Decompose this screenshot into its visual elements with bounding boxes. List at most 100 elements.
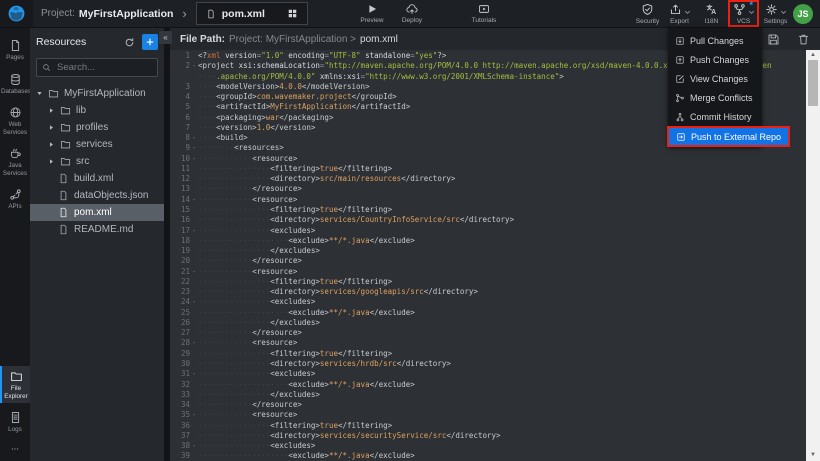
delete-icon[interactable] [797, 33, 810, 46]
fold-marker[interactable]: - [190, 133, 198, 143]
pages-label: Pages [1, 54, 29, 62]
gear-icon [765, 3, 778, 16]
caret-right-icon[interactable] [48, 124, 55, 131]
tree-item-lib[interactable]: lib [30, 102, 164, 119]
topbar-actions: Preview Deploy Tutorials [356, 3, 500, 24]
deploy-button[interactable]: Deploy [396, 3, 428, 24]
fold-marker[interactable]: - [190, 441, 198, 451]
tree-item-label: MyFirstApplication [64, 88, 146, 99]
merge-icon [675, 93, 685, 103]
fold-marker[interactable]: - [190, 267, 198, 277]
fold-marker[interactable]: - [190, 61, 198, 71]
menu-item-view-changes[interactable]: View Changes [668, 69, 762, 88]
topbar: Project: MyFirstApplication › pom.xml Pr… [0, 0, 820, 28]
export-button[interactable]: Export [666, 2, 693, 25]
fold-gutter [190, 246, 198, 256]
fold-gutter [190, 318, 198, 328]
menu-item-label: View Changes [690, 74, 748, 84]
refresh-icon[interactable] [124, 37, 135, 48]
code-line: 11················<filtering>true</filte… [170, 164, 806, 174]
preview-button[interactable]: Preview [356, 3, 388, 24]
scrollbar-thumb[interactable] [808, 60, 818, 106]
security-label: Security [636, 18, 659, 25]
folder-icon [60, 105, 71, 116]
tree-item-profiles[interactable]: profiles [30, 119, 164, 136]
line-number: 36 [170, 421, 190, 431]
tree-item-build-xml[interactable]: build.xml [30, 170, 164, 187]
sidebar-item-pages[interactable]: Pages [0, 35, 30, 65]
search-input[interactable] [55, 61, 152, 74]
menu-item-pull-changes[interactable]: Pull Changes [668, 31, 762, 50]
avatar[interactable]: JS [793, 4, 813, 24]
fold-marker[interactable]: - [190, 410, 198, 420]
menu-item-label: Pull Changes [690, 36, 744, 46]
caret-right-icon[interactable] [48, 141, 55, 148]
tree-item-myfirstapplication[interactable]: MyFirstApplication [30, 85, 164, 102]
settings-button[interactable]: Settings [762, 2, 789, 25]
tree-item-readme-md[interactable]: README.md [30, 221, 164, 238]
sidebar-item-apis[interactable]: APIs [0, 184, 30, 214]
tree-item-src[interactable]: src [30, 153, 164, 170]
line-number: 9 [170, 143, 190, 153]
fold-marker[interactable]: - [190, 369, 198, 379]
line-number: 27 [170, 328, 190, 338]
fold-marker[interactable]: - [190, 338, 198, 348]
code-line: 12················<directory>src/main/re… [170, 174, 806, 184]
menu-item-merge-conflicts[interactable]: Merge Conflicts [668, 88, 762, 107]
fold-gutter [190, 359, 198, 369]
tree-item-dataobjects-json[interactable]: dataObjects.json [30, 187, 164, 204]
menu-item-push-changes[interactable]: Push Changes [668, 50, 762, 69]
code-line: 38-················<excludes> [170, 441, 806, 451]
coffee-icon [9, 147, 22, 160]
fold-marker[interactable]: - [190, 154, 198, 164]
collapse-panel-button[interactable]: « [159, 31, 172, 44]
security-button[interactable]: Security [634, 2, 661, 25]
fold-marker[interactable]: - [190, 297, 198, 307]
fold-gutter [190, 421, 198, 431]
fold-gutter [190, 113, 198, 123]
line-number: 7 [170, 123, 190, 133]
sidebar-item-file-explorer[interactable]: File Explorer [0, 366, 30, 403]
i18n-button[interactable]: AI18N [698, 2, 725, 25]
fold-marker[interactable]: - [190, 226, 198, 236]
fold-marker[interactable]: - [190, 195, 198, 205]
caret-right-icon[interactable] [48, 158, 55, 165]
line-number: 19 [170, 246, 190, 256]
push-icon [675, 55, 685, 65]
cloud-up-icon [406, 3, 418, 15]
line-number: 30 [170, 359, 190, 369]
fold-gutter [190, 431, 198, 441]
sidebar-item-web-services[interactable]: Web Services [0, 102, 30, 139]
fold-marker[interactable]: - [190, 143, 198, 153]
tree-item-pom-xml[interactable]: pom.xml [30, 204, 164, 221]
sidebar-item-databases[interactable]: Databases [0, 69, 30, 99]
line-number: 35 [170, 410, 190, 420]
sidebar-item-java-services[interactable]: Java Services [0, 143, 30, 180]
caret-right-icon[interactable] [48, 107, 55, 114]
tab-pom-xml[interactable]: pom.xml [196, 2, 308, 25]
line-number [170, 72, 190, 82]
code-line: 24-················<excludes> [170, 297, 806, 307]
line-number: 22 [170, 277, 190, 287]
sidebar-item-logs[interactable]: Logs [0, 407, 30, 437]
wavemaker-logo-icon[interactable] [0, 0, 33, 27]
more-options-icon[interactable] [8, 445, 22, 453]
filepath-filename: pom.xml [360, 34, 398, 45]
tree-item-services[interactable]: services [30, 136, 164, 153]
menu-item-label: Merge Conflicts [690, 93, 753, 103]
tutorials-button[interactable]: Tutorials [468, 3, 500, 24]
db-icon [9, 73, 22, 86]
caret-down-icon[interactable] [36, 90, 43, 97]
menu-item-commit-history[interactable]: Commit History [668, 107, 762, 126]
menu-item-push-to-external-repo[interactable]: Push to External Repo [667, 126, 790, 147]
tree-item-label: src [76, 156, 89, 167]
save-icon[interactable] [767, 33, 780, 46]
scroll-down-arrow-icon[interactable]: ▼ [806, 451, 820, 460]
fold-gutter [190, 256, 198, 266]
code-line: 25····················<exclude>**/*.java… [170, 308, 806, 318]
add-resource-button[interactable] [142, 34, 158, 50]
grid-icon[interactable] [287, 8, 298, 19]
folder-icon [60, 139, 71, 150]
vcs-button[interactable]: *VCS [730, 2, 757, 25]
scroll-up-arrow-icon[interactable]: ▲ [806, 51, 820, 60]
